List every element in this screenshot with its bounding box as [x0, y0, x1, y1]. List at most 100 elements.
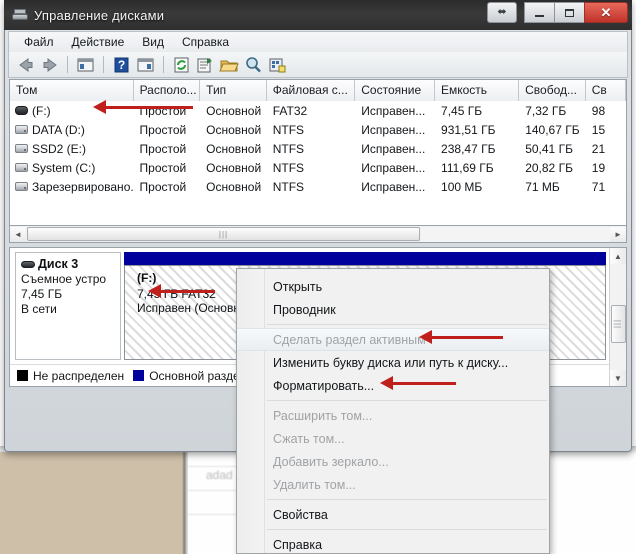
- volume-free-pct: 15: [591, 122, 606, 137]
- forward-arrow-icon[interactable]: [39, 55, 60, 75]
- volume-free: 7,32 ГБ: [525, 103, 567, 118]
- volume-capacity: 100 МБ: [441, 179, 483, 194]
- volume-list-pane: Том Располо... Тип Файловая с... Состоян…: [9, 79, 627, 226]
- window-controls: ⬌ ✕: [487, 2, 628, 23]
- menu-item-help[interactable]: Справка: [173, 33, 238, 51]
- volume-layout: Простой: [139, 160, 187, 175]
- volume-filesystem: NTFS: [272, 160, 305, 175]
- menu-item-format[interactable]: Форматировать...: [237, 374, 549, 397]
- column-header-filesystem[interactable]: Файловая с...: [266, 80, 356, 101]
- context-menu-separator: [267, 324, 547, 325]
- volume-name: SSD2 (E:): [32, 141, 87, 156]
- horizontal-scroll-track[interactable]: [421, 226, 610, 242]
- menu-item-open[interactable]: Открыть: [237, 275, 549, 298]
- volume-free: 50,41 ГБ: [525, 141, 573, 156]
- removable-disk-icon: [21, 260, 35, 268]
- vertical-scroll-thumb[interactable]: |||: [610, 305, 626, 344]
- menu-item-change-drive-letter[interactable]: Изменить букву диска или путь к диску...: [237, 351, 549, 374]
- scroll-right-arrow-icon[interactable]: ►: [610, 226, 626, 242]
- volume-capacity: 931,51 ГБ: [441, 122, 496, 137]
- hard-drive-icon: [15, 182, 28, 191]
- scroll-down-arrow-icon[interactable]: ▼: [610, 370, 626, 386]
- disk-state: В сети: [21, 302, 57, 316]
- column-header-capacity[interactable]: Емкость: [434, 80, 520, 101]
- menu-item-add-mirror[interactable]: Добавить зеркало...: [237, 450, 549, 473]
- close-button[interactable]: ✕: [584, 2, 628, 23]
- volume-capacity: 238,47 ГБ: [441, 141, 496, 156]
- column-header-free[interactable]: Свобод...: [519, 80, 586, 101]
- volume-free-pct: 98: [591, 103, 606, 118]
- menu-item-properties[interactable]: Свойства: [237, 503, 549, 526]
- zoom-icon[interactable]: [243, 55, 264, 75]
- volume-list-rows: (F:) Простой Основной FAT32 Исправен... …: [10, 101, 626, 225]
- legend-swatch-unallocated: [17, 370, 28, 381]
- menu-item-help[interactable]: Справка: [237, 533, 549, 553]
- volume-name: Зарезервировано...: [32, 179, 134, 194]
- volume-free: 140,67 ГБ: [525, 122, 580, 137]
- minimize-button[interactable]: [524, 2, 554, 23]
- menu-item-file[interactable]: Файл: [15, 33, 63, 51]
- volume-row-ssd2-e[interactable]: SSD2 (E:) Простой Основной NTFS Исправен…: [10, 139, 626, 158]
- disk-pane-vertical-scrollbar[interactable]: ▲ ||| ▼: [609, 248, 626, 386]
- removable-drive-icon: [15, 106, 28, 115]
- open-folder-icon[interactable]: [219, 55, 240, 75]
- scroll-up-arrow-icon[interactable]: ▲: [610, 248, 626, 264]
- refresh-icon[interactable]: [171, 55, 192, 75]
- column-header-type[interactable]: Тип: [200, 80, 267, 101]
- properties-icon[interactable]: [195, 55, 216, 75]
- show-hide-console-tree-icon[interactable]: [75, 55, 96, 75]
- scroll-left-arrow-icon[interactable]: ◄: [10, 226, 26, 242]
- grip-icon: |||: [218, 229, 229, 239]
- volume-free: 71 МБ: [525, 179, 560, 194]
- svg-text:?: ?: [118, 58, 125, 72]
- show-hide-action-pane-icon[interactable]: [135, 55, 156, 75]
- minimize-icon: [535, 14, 544, 17]
- menu-item-make-partition-active[interactable]: Сделать раздел активным: [237, 328, 549, 351]
- volume-type: Основной: [206, 103, 262, 118]
- volume-layout: Простой: [139, 141, 187, 156]
- volume-layout: Простой: [139, 179, 187, 194]
- disk-info-box[interactable]: Диск 3 Съемное устро 7,45 ГБ В сети: [15, 252, 121, 360]
- volume-free-pct: 21: [591, 141, 606, 156]
- volume-row-system-c[interactable]: System (C:) Простой Основной NTFS Исправ…: [10, 158, 626, 177]
- menu-item-delete-volume[interactable]: Удалить том...: [237, 473, 549, 496]
- menu-item-action[interactable]: Действие: [63, 33, 134, 51]
- column-header-volume[interactable]: Том: [10, 80, 134, 101]
- title-bar[interactable]: Управление дисками ⬌ ✕: [4, 0, 632, 30]
- context-menu-separator: [267, 529, 547, 530]
- maximize-button[interactable]: [554, 2, 584, 23]
- maximize-icon: [565, 8, 574, 17]
- context-menu-separator: [267, 499, 547, 500]
- volume-type: Основной: [206, 160, 262, 175]
- volume-capacity: 111,69 ГБ: [441, 160, 494, 175]
- column-header-status[interactable]: Состояние: [355, 80, 435, 101]
- restore-size-button[interactable]: ⬌: [487, 2, 517, 23]
- menu-item-explorer[interactable]: Проводник: [237, 298, 549, 321]
- volume-row-reserved[interactable]: Зарезервировано... Простой Основной NTFS…: [10, 177, 626, 196]
- toolbar-separator: [163, 56, 164, 73]
- volume-filesystem: NTFS: [272, 179, 305, 194]
- volume-row-f-drive[interactable]: (F:) Простой Основной FAT32 Исправен... …: [10, 101, 626, 120]
- volume-layout: Простой: [139, 103, 187, 118]
- volume-name: (F:): [32, 103, 51, 118]
- volume-row-data-d[interactable]: DATA (D:) Простой Основной NTFS Исправен…: [10, 120, 626, 139]
- menu-item-shrink-volume[interactable]: Сжать том...: [237, 427, 549, 450]
- column-header-free-pct[interactable]: Св: [585, 80, 626, 101]
- background-panel: [0, 452, 186, 554]
- hard-drive-icon: [15, 125, 28, 134]
- menu-item-extend-volume[interactable]: Расширить том...: [237, 404, 549, 427]
- help-icon[interactable]: ?: [111, 55, 132, 75]
- legend-label-primary-partition: Основной раздел: [149, 368, 247, 383]
- column-header-layout[interactable]: Располо...: [133, 80, 201, 101]
- horizontal-scroll-thumb[interactable]: |||: [27, 227, 420, 241]
- volume-free-pct: 19: [591, 160, 606, 175]
- volume-filesystem: NTFS: [272, 122, 305, 137]
- scan-disks-icon[interactable]: [267, 55, 288, 75]
- menu-item-view[interactable]: Вид: [133, 33, 173, 51]
- partition-type-color-bar: [124, 252, 606, 265]
- volume-list-horizontal-scrollbar[interactable]: ◄ ||| ►: [9, 226, 627, 243]
- back-arrow-icon[interactable]: [15, 55, 36, 75]
- close-icon: ✕: [600, 4, 612, 20]
- disk-name: Диск 3: [38, 257, 79, 271]
- partition-context-menu: Открыть Проводник Сделать раздел активны…: [236, 268, 550, 554]
